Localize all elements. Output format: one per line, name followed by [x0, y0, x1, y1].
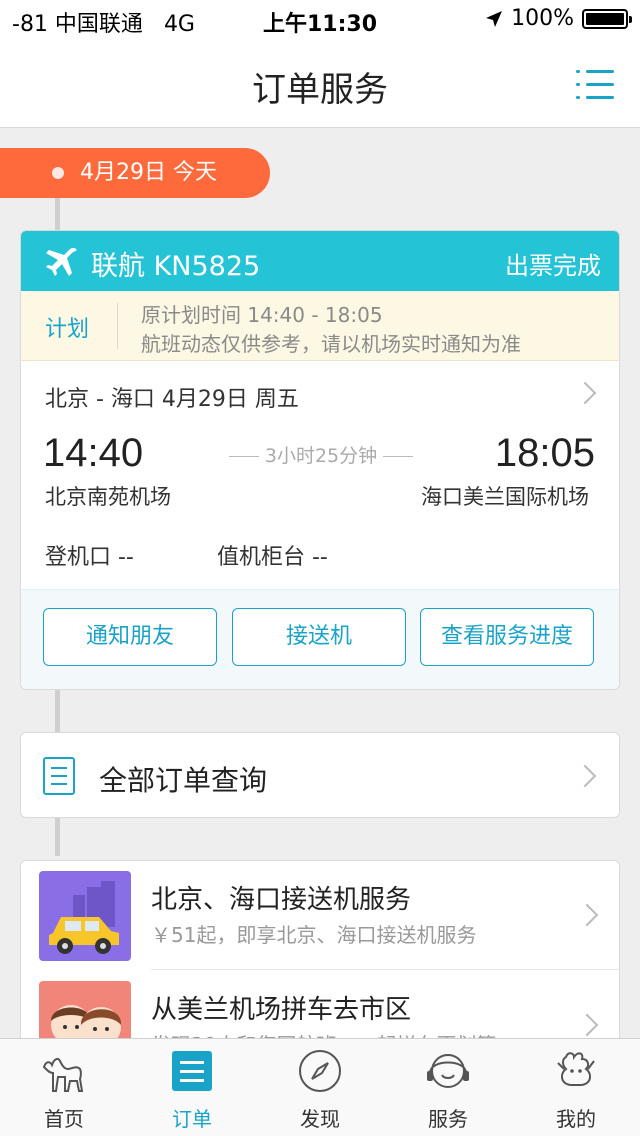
- page-title: 订单服务: [252, 70, 388, 110]
- tab-label: 服务: [428, 1107, 468, 1131]
- plan-divider: [117, 303, 118, 349]
- camel-icon: [42, 1057, 84, 1092]
- airplane-icon: [46, 247, 77, 276]
- order-list-icon: [172, 1051, 212, 1091]
- flight-actions: 通知朋友 接送机 查看服务进度: [21, 589, 619, 689]
- flight-number: 联航 KN5825: [91, 251, 261, 282]
- date-badge: 4月29日 今天: [0, 148, 270, 198]
- status-icons: 100%: [485, 6, 632, 31]
- notify-friends-button[interactable]: 通知朋友: [43, 608, 217, 666]
- services-list: 北京、海口接送机服务 ￥51起，即享北京、海口接送机服务 从美兰机场拼车去市区 …: [20, 860, 620, 1060]
- service-title: 从美兰机场拼车去市区: [151, 995, 412, 1025]
- battery-icon: [582, 8, 632, 29]
- departure-airport: 北京南苑机场: [45, 485, 171, 509]
- divider: [151, 969, 619, 970]
- all-orders-label: 全部订单查询: [99, 764, 268, 797]
- route-info: 北京 - 海口 4月29日 周五: [45, 387, 299, 412]
- all-orders-row[interactable]: 全部订单查询: [20, 732, 620, 818]
- nav-bar: 订单服务: [0, 40, 640, 128]
- order-list-icon: [43, 757, 75, 795]
- menu-icon[interactable]: [576, 68, 614, 102]
- location-arrow-icon: [486, 10, 503, 27]
- tab-label: 首页: [44, 1107, 84, 1131]
- mascot-icon: [557, 1052, 595, 1086]
- headset-icon: [427, 1054, 469, 1088]
- battery-percent: 100%: [511, 6, 574, 31]
- taxi-thumbnail: [39, 871, 131, 961]
- tab-home[interactable]: 首页: [0, 1039, 128, 1136]
- ticket-status: 出票完成: [505, 252, 601, 280]
- service-desc: ￥51起，即享北京、海口接送机服务: [151, 923, 477, 947]
- arrival-airport: 海口美兰国际机场: [421, 485, 589, 509]
- tab-label: 发现: [300, 1107, 340, 1131]
- boarding-gate: 登机口 --: [45, 545, 134, 570]
- flight-card[interactable]: 联航 KN5825 出票完成 计划 原计划时间 14:40 - 18:05 航班…: [20, 230, 620, 690]
- tab-label: 我的: [556, 1107, 596, 1131]
- plan-note: 航班动态仅供参考，请以机场实时通知为准: [141, 332, 521, 356]
- chevron-right-icon[interactable]: [573, 381, 597, 405]
- chevron-right-icon: [575, 1013, 599, 1037]
- plan-tag: 计划: [45, 317, 90, 342]
- airport-transfer-button[interactable]: 接送机: [232, 608, 406, 666]
- plan-notice: 计划 原计划时间 14:40 - 18:05 航班动态仅供参考，请以机场实时通知…: [21, 291, 619, 361]
- arrival-time: 18:05: [494, 431, 595, 475]
- tab-mine[interactable]: 我的: [512, 1039, 640, 1136]
- tab-orders[interactable]: 订单: [128, 1039, 256, 1136]
- tab-bar: 首页 订单 发现 服务 我的: [0, 1038, 640, 1136]
- service-progress-button[interactable]: 查看服务进度: [420, 608, 594, 666]
- chevron-right-icon: [573, 764, 597, 788]
- service-title: 北京、海口接送机服务: [151, 885, 412, 915]
- status-bar: -81 中国联通 4G 上午11:30 100%: [0, 0, 640, 40]
- compass-icon: [299, 1050, 341, 1092]
- checkin-counter: 值机柜台 --: [217, 545, 328, 570]
- date-label: 4月29日 今天: [80, 160, 217, 185]
- tab-discover[interactable]: 发现: [256, 1039, 384, 1136]
- list-item[interactable]: 北京、海口接送机服务 ￥51起，即享北京、海口接送机服务: [21, 861, 619, 970]
- duration-label: 3小时25分钟: [264, 445, 378, 467]
- date-dot: [52, 167, 64, 179]
- plan-time: 原计划时间 14:40 - 18:05: [141, 303, 383, 327]
- tab-service[interactable]: 服务: [384, 1039, 512, 1136]
- tab-label: 订单: [172, 1107, 212, 1131]
- chevron-right-icon: [575, 903, 599, 927]
- flight-header: 联航 KN5825 出票完成: [21, 231, 619, 291]
